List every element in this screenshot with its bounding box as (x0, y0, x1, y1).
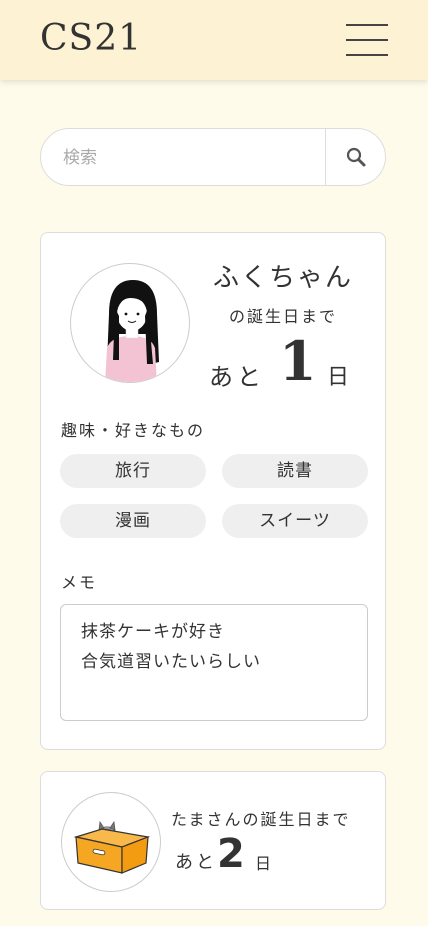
app-header: CS21 (0, 0, 428, 80)
countdown-prefix: あと (209, 363, 265, 391)
menu-line (346, 24, 388, 26)
until-birthday-label: の誕生日まで (228, 307, 337, 326)
countdown-suffix: 日 (255, 854, 272, 873)
hobby-tag[interactable]: スイーツ (222, 504, 368, 538)
friend-name: ふくちゃん (212, 263, 353, 293)
search-input[interactable] (61, 143, 325, 173)
countdown-prefix: あと (175, 852, 217, 873)
hobbies-label: 趣味・好きなもの (61, 421, 206, 440)
hamburger-menu-icon[interactable] (346, 22, 390, 58)
memo-line: 合気道習いたいらしい (81, 652, 261, 672)
avatar (61, 792, 161, 892)
memo-label: メモ (61, 573, 98, 592)
avatar (70, 263, 190, 383)
birthday-card[interactable]: ふくちゃん の誕生日まで あと 1 日 趣味・好きなもの 旅行 読書 漫画 スイ… (40, 232, 386, 750)
hobby-tag[interactable]: 漫画 (60, 504, 206, 538)
days-countdown: あと 1 日 (205, 329, 375, 393)
days-countdown: あと 2 日 (175, 830, 295, 880)
birthday-card[interactable]: たまさんの誕生日まで あと 2 日 (40, 771, 386, 910)
hobby-tag[interactable]: 読書 (222, 454, 368, 488)
until-birthday-label: たまさんの誕生日まで (171, 810, 351, 829)
search-button[interactable] (325, 129, 386, 185)
search-icon (346, 147, 366, 167)
search-bar (40, 128, 386, 186)
countdown-suffix: 日 (327, 365, 350, 390)
memo-line: 抹茶ケーキが好き (81, 622, 225, 642)
menu-line (346, 39, 388, 41)
days-number: 1 (279, 329, 317, 393)
memo-box[interactable]: 抹茶ケーキが好き 合気道習いたいらしい (60, 604, 368, 721)
days-number: 2 (217, 831, 245, 877)
app-logo[interactable]: CS21 (40, 18, 142, 59)
cat-in-box-illustration (73, 820, 151, 874)
hobby-tag[interactable]: 旅行 (60, 454, 206, 488)
woman-avatar-illustration (105, 280, 159, 382)
menu-line (346, 54, 388, 56)
